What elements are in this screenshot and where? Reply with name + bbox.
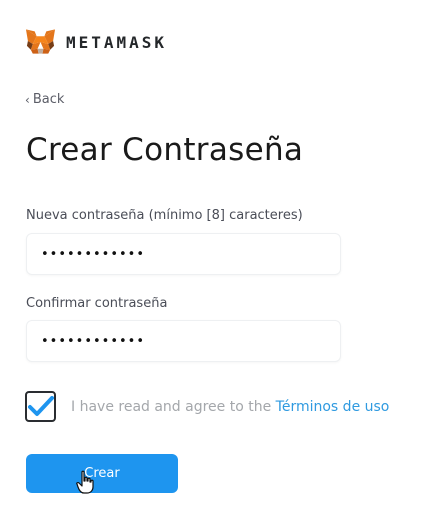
create-button[interactable]: Crear (26, 454, 178, 493)
agreement-text: I have read and agree to the Términos de… (71, 399, 389, 415)
app-header: METAMASK (25, 27, 167, 57)
back-label: Back (32, 92, 65, 107)
new-password-input[interactable] (41, 246, 340, 262)
terms-checkbox[interactable] (25, 391, 56, 422)
checkmark-icon (27, 395, 54, 416)
chevron-left-icon: ‹ (25, 92, 30, 107)
new-password-field[interactable] (26, 233, 341, 275)
back-link[interactable]: ‹ Back (25, 92, 64, 107)
brand-wordmark: METAMASK (66, 32, 168, 52)
hand-cursor-icon (76, 470, 94, 494)
agreement-text-prefix: I have read and agree to the (71, 398, 276, 415)
confirm-password-field[interactable] (26, 320, 341, 362)
confirm-password-input[interactable] (41, 333, 340, 349)
terms-of-use-link[interactable]: Términos de uso (276, 399, 390, 415)
confirm-password-label: Confirmar contraseña (26, 296, 168, 311)
create-password-page: METAMASK ‹ Back Crear Contraseña Nueva c… (0, 0, 429, 510)
fox-icon (25, 29, 56, 54)
terms-agreement: I have read and agree to the Términos de… (25, 391, 389, 422)
new-password-label: Nueva contraseña (mínimo [8] caracteres) (26, 208, 303, 223)
page-title: Crear Contraseña (26, 132, 304, 168)
